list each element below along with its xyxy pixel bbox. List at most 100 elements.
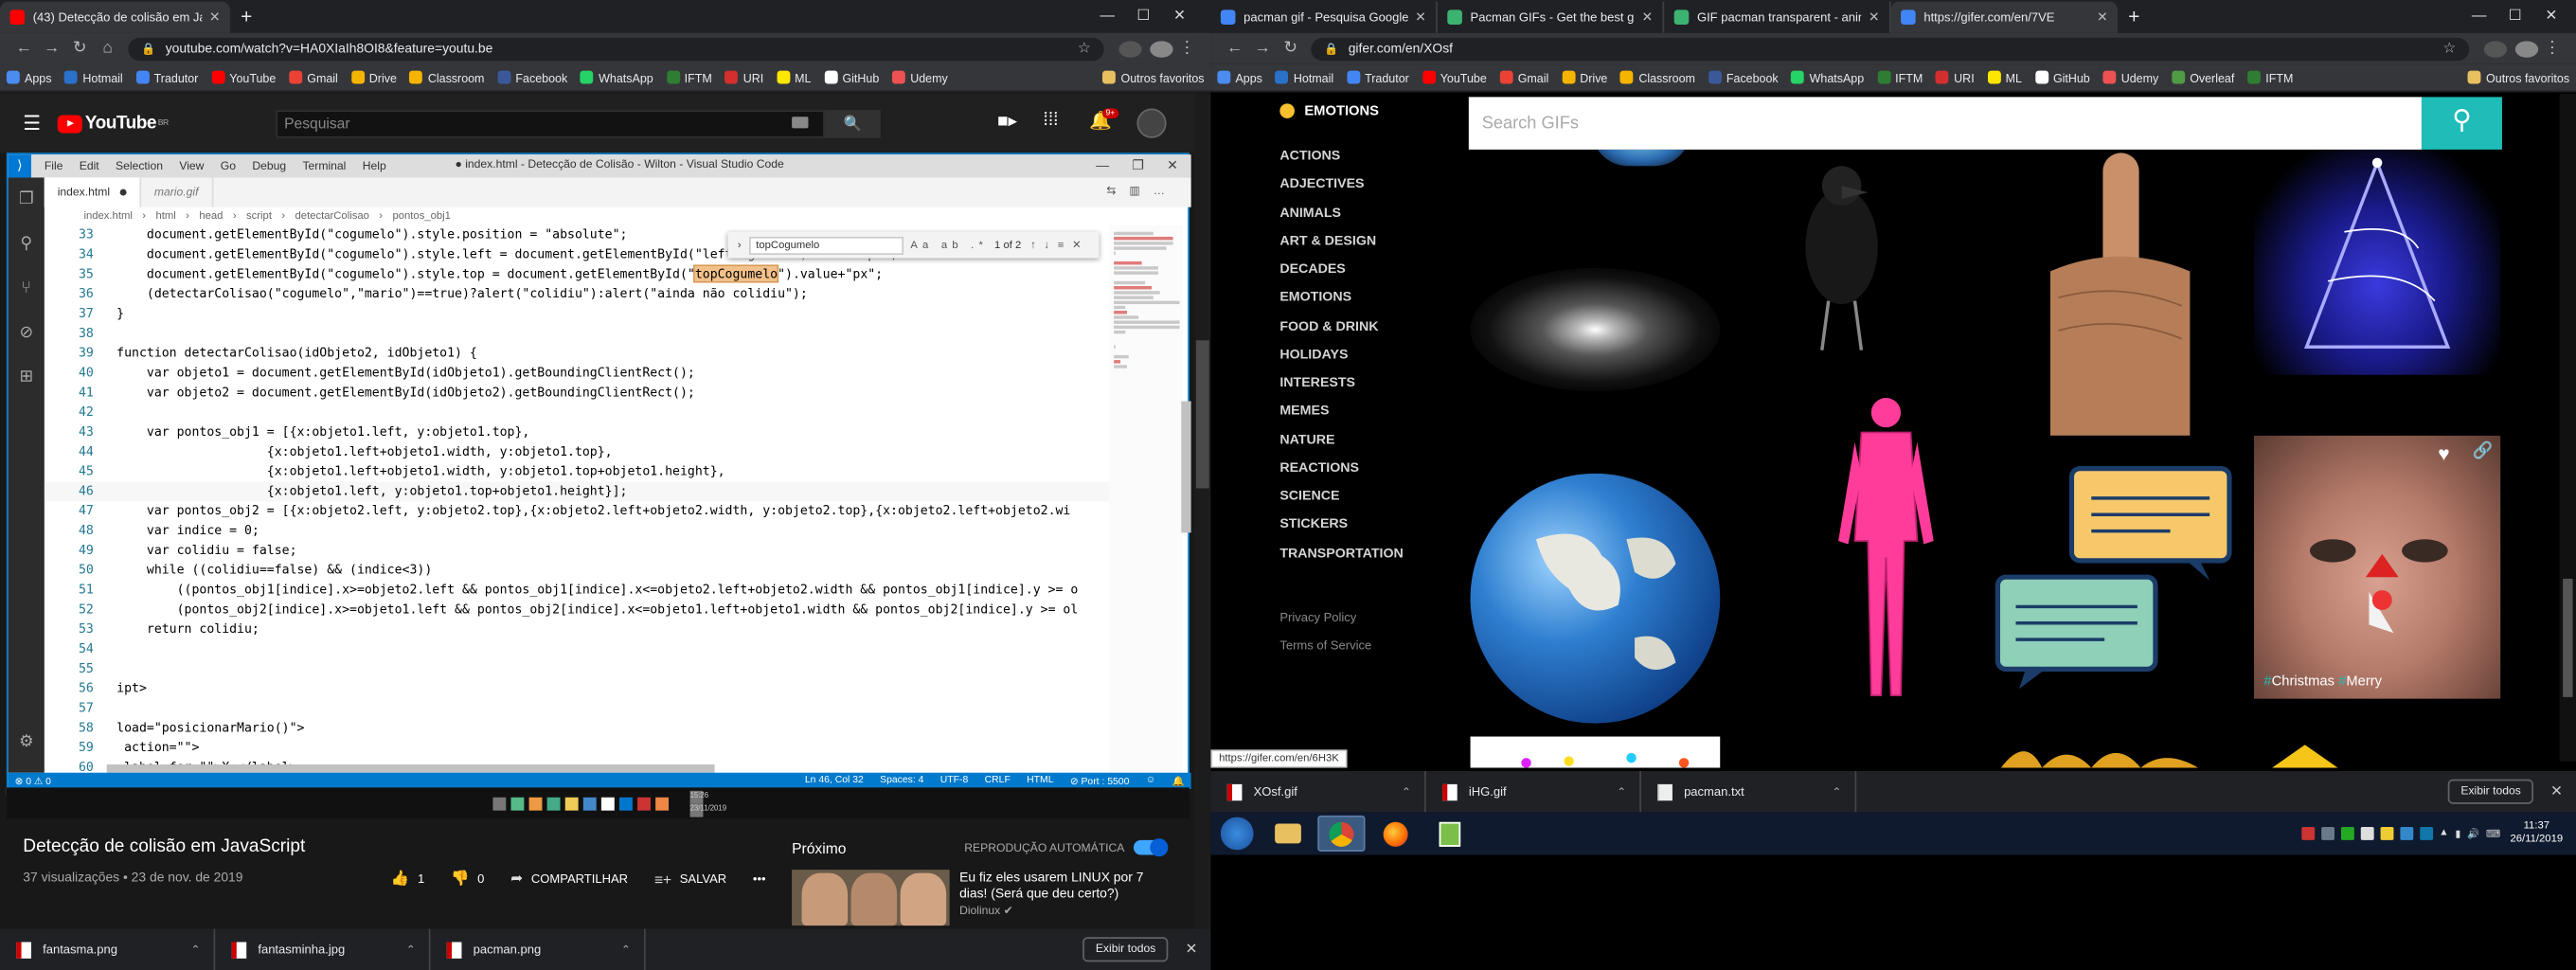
bookmark-drive[interactable]: Drive [350, 70, 397, 84]
heart-icon[interactable]: ♥ [2438, 442, 2449, 465]
star-icon[interactable]: ☆ [1078, 40, 1091, 58]
gif-tile-galaxy[interactable] [1470, 267, 1721, 392]
bookmark-uri[interactable]: URI [724, 70, 763, 84]
category-decades[interactable]: DECADES [1279, 255, 1403, 283]
reload-icon[interactable]: ↻ [65, 40, 93, 58]
profile-icon[interactable] [1150, 40, 1173, 57]
gif-tile-chat-bubbles[interactable] [1990, 462, 2236, 690]
recommended-title[interactable]: Eu fiz eles usarem LINUX por 7 dias! (Se… [959, 870, 1156, 903]
code-line[interactable]: 50 while ((colidiu==false) && (indice<3)… [45, 561, 1109, 581]
gif-tile-globe[interactable] [1470, 473, 1721, 724]
category-fooddrink[interactable]: FOOD & DRINK [1279, 312, 1403, 340]
code-line[interactable]: 36 (detectarColisao("cogumelo","mario")=… [45, 284, 1109, 304]
tray-icon[interactable] [2419, 827, 2433, 840]
video-player[interactable]: ⟩ File Edit Selection View Go Debug Terminal He… [6, 153, 1191, 798]
chevron-up-icon[interactable]: ⌃ [621, 943, 631, 956]
profile-icon[interactable] [2514, 40, 2539, 57]
forward-icon[interactable]: → [38, 40, 65, 58]
code-line[interactable]: 37} [45, 304, 1109, 324]
tab-mario-gif[interactable]: mario.gif [141, 177, 214, 207]
bookmark-facebook[interactable]: Facebook [1708, 70, 1779, 84]
avatar[interactable] [1136, 108, 1167, 138]
bookmark-overleaf[interactable]: Overleaf [2172, 70, 2234, 84]
bookmark-youtube[interactable]: YouTube [1422, 70, 1487, 84]
breadcrumb-item[interactable]: script [246, 210, 272, 222]
category-nature[interactable]: NATURE [1279, 425, 1403, 454]
apps-grid-icon[interactable]: ⁞⁞⁞ [1044, 110, 1059, 130]
download-item[interactable]: fantasminha.jpg ⌃ [215, 928, 431, 970]
status-item[interactable]: ☺ [1146, 775, 1156, 786]
vscode-close[interactable]: ✕ [1167, 158, 1178, 173]
breadcrumb-item[interactable]: pontos_obj1 [392, 210, 450, 222]
bookmark-github[interactable]: GitHub [824, 70, 879, 84]
footer-link[interactable]: Privacy Policy [1279, 605, 1371, 633]
gifer-scrollbar[interactable] [2559, 93, 2576, 762]
gif-tile-pink-figure[interactable] [1829, 393, 1943, 706]
search-button[interactable]: 🔍 [824, 110, 881, 138]
volume-icon[interactable]: 🔊 [2467, 828, 2479, 839]
vscode-minimize[interactable]: — [1096, 158, 1109, 173]
footer-link[interactable]: Terms of Service [1279, 632, 1371, 659]
menu-selection[interactable]: Selection [116, 160, 163, 171]
tag-christmas[interactable]: Christmas [2272, 673, 2334, 689]
code-line[interactable]: 56 ipt> [45, 679, 1109, 699]
code-line[interactable]: 46 {x:objeto1.left, y:objeto1.top+objeto… [44, 481, 1109, 502]
language-icon[interactable]: ⌨ [2486, 828, 2500, 839]
chrome-icon[interactable] [1317, 815, 1366, 853]
close-icon[interactable]: ✕ [1641, 9, 1653, 25]
tab-2[interactable]: GIF pacman transparent - animated GIF ✕ [1664, 1, 1891, 33]
taskbar-clock[interactable]: 11:37 26/11/2019 [2511, 820, 2564, 847]
recommended-thumbnail[interactable] [792, 870, 950, 926]
category-animals[interactable]: ANIMALS [1279, 198, 1403, 226]
menu-terminal[interactable]: Terminal [302, 160, 346, 171]
bookmarks-other[interactable]: Outros favoritos [2467, 70, 2569, 84]
bookmark-tradutor[interactable]: Tradutor [135, 70, 198, 84]
close-icon[interactable]: ✕ [2550, 782, 2563, 800]
tab-3[interactable]: https://gifer.com/en/7VE ✕ [1890, 1, 2119, 33]
download-item[interactable]: pacman.txt ⌃ [1641, 770, 1857, 813]
notepad-plus-icon[interactable] [1426, 816, 1474, 852]
category-memes[interactable]: MEMES [1279, 397, 1403, 425]
status-item[interactable]: HTML [1027, 775, 1053, 786]
minimize-button[interactable]: — [2461, 7, 2497, 23]
dislike-button[interactable]: 👎 0 [451, 870, 484, 888]
tray-icon[interactable] [2300, 827, 2315, 840]
vscode-maximize[interactable]: ❐ [1132, 158, 1143, 173]
tray-chevron-icon[interactable]: ▲ [2439, 829, 2448, 838]
status-item[interactable]: 🔔 [1172, 775, 1185, 786]
gif-tile-crow[interactable] [1793, 156, 1891, 353]
close-window-button[interactable]: ✕ [1161, 6, 1197, 24]
breadcrumb-item[interactable]: html [155, 210, 175, 222]
code-line[interactable]: 57 [45, 699, 1109, 719]
bookmark-youtube[interactable]: YouTube [211, 70, 276, 84]
menu-go[interactable]: Go [221, 160, 236, 171]
code-line[interactable]: 45 {x:objeto1.left+objeto1.width, y:obje… [45, 462, 1109, 482]
source-control-icon[interactable]: ⑂ [9, 266, 45, 311]
menu-edit[interactable]: Edit [80, 160, 99, 171]
gif-tile-christmas-tree[interactable] [2254, 149, 2501, 375]
extension-icon[interactable] [2483, 40, 2508, 57]
new-tab-button[interactable]: + [230, 2, 263, 33]
bookmarks-other[interactable]: Outros favoritos [1102, 70, 1205, 84]
bookmark-tradutor[interactable]: Tradutor [1347, 70, 1409, 84]
explorer-icon[interactable]: ❐ [9, 177, 45, 222]
link-icon[interactable]: 🔗 [2473, 442, 2494, 460]
maximize-button[interactable]: ☐ [1125, 6, 1161, 24]
show-all-downloads-button[interactable]: Exibir todos [2447, 779, 2534, 804]
bookmark-ml[interactable]: ML [777, 70, 812, 84]
create-video-icon[interactable]: ■▸ [997, 110, 1017, 132]
category-transportation[interactable]: TRANSPORTATION [1279, 538, 1403, 566]
close-icon[interactable]: ✕ [209, 9, 221, 25]
gif-tile-christmas-face[interactable]: ♥ 🔗 [2254, 435, 2501, 699]
code-line[interactable]: 39 function detectarColisao(idObjeto2, id… [45, 344, 1109, 364]
bookmark-udemy[interactable]: Udemy [2102, 70, 2158, 84]
minimap[interactable] [1108, 225, 1183, 773]
close-icon[interactable]: ✕ [1869, 9, 1880, 25]
gif-tile-yellow-partial[interactable] [2272, 742, 2370, 768]
debug-icon[interactable]: ⊘ [9, 311, 45, 355]
problems-count[interactable]: ⊗ 0 ⚠ 0 [15, 775, 51, 786]
close-icon[interactable]: ✕ [1415, 9, 1426, 25]
tray-icon[interactable] [2340, 827, 2353, 840]
bookmark-uri[interactable]: URI [1936, 70, 1975, 84]
tab-index-html[interactable]: index.html [44, 177, 142, 207]
